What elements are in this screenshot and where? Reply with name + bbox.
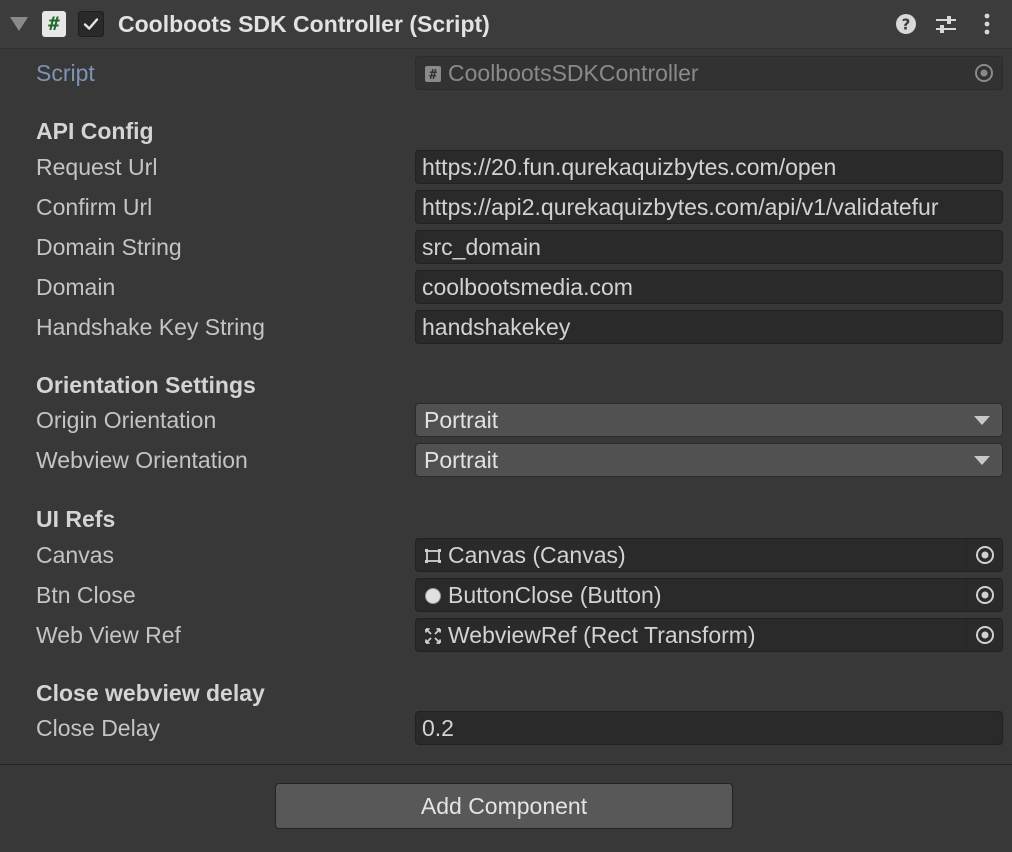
close-delay-label: Close Delay — [36, 715, 160, 741]
origin-orientation-dropdown[interactable]: Portrait — [415, 403, 1003, 437]
webview-orientation-label: Webview Orientation — [36, 447, 248, 473]
script-field-value: CoolbootsSDKController — [448, 60, 699, 86]
canvas-row: Canvas Canvas (Canvas) — [0, 535, 1012, 575]
section-orientation-settings: Orientation Settings — [36, 372, 256, 398]
dropdown-arrow-icon — [974, 416, 990, 425]
foldout-arrow-icon[interactable] — [10, 17, 28, 31]
svg-text:#: # — [429, 68, 437, 83]
script-icon: # — [42, 11, 66, 37]
section-ui-refs: UI Refs — [36, 506, 116, 532]
close-delay-value: 0.2 — [422, 715, 454, 741]
checkmark-icon — [83, 18, 99, 30]
domain-row: Domain coolbootsmedia.com — [0, 267, 1012, 307]
script-file-icon: # — [425, 66, 441, 83]
section-api-config: API Config — [36, 118, 154, 144]
inspector-panel: # Coolboots SDK Controller (Script) ? Sc… — [0, 0, 1012, 852]
close-delay-field[interactable]: 0.2 — [415, 711, 1003, 745]
script-label: Script — [36, 60, 95, 86]
object-picker-icon — [976, 586, 994, 604]
origin-orientation-row: Origin Orientation Portrait — [0, 400, 1012, 440]
script-row: Script # CoolbootsSDKController — [0, 53, 1012, 93]
canvas-value: Canvas (Canvas) — [448, 542, 626, 568]
component-enabled-checkbox[interactable] — [78, 11, 104, 37]
request-url-value: https://20.fun.qurekaquizbytes.com/open — [422, 154, 837, 180]
component-header[interactable]: # Coolboots SDK Controller (Script) ? — [0, 0, 1012, 49]
handshake-key-row: Handshake Key String handshakekey — [0, 307, 1012, 347]
confirm-url-field[interactable]: https://api2.qurekaquizbytes.com/api/v1/… — [415, 190, 1003, 224]
handshake-key-label: Handshake Key String — [36, 314, 265, 340]
add-component-button[interactable]: Add Component — [275, 783, 733, 829]
canvas-label: Canvas — [36, 542, 114, 568]
rect-transform-icon — [425, 628, 441, 644]
btn-close-picker-button[interactable] — [966, 579, 1002, 611]
web-view-ref-row: Web View Ref WebviewRef (Rect Transform) — [0, 615, 1012, 655]
domain-label: Domain — [36, 274, 116, 300]
component-title: Coolboots SDK Controller (Script) — [118, 11, 490, 37]
webview-orientation-value: Portrait — [424, 447, 499, 473]
svg-text:?: ? — [902, 16, 911, 34]
web-view-ref-value: WebviewRef (Rect Transform) — [448, 622, 756, 648]
object-picker-icon — [975, 64, 993, 82]
script-picker-button — [966, 57, 1002, 89]
domain-value: coolbootsmedia.com — [422, 274, 633, 300]
kebab-menu-icon[interactable] — [974, 11, 1000, 37]
close-delay-row: Close Delay 0.2 — [0, 708, 1012, 748]
canvas-object-field[interactable]: Canvas (Canvas) — [415, 538, 1003, 572]
confirm-url-label: Confirm Url — [36, 194, 153, 220]
object-picker-icon — [976, 546, 994, 564]
btn-close-value: ButtonClose (Button) — [448, 582, 662, 608]
confirm-url-value: https://api2.qurekaquizbytes.com/api/v1/… — [422, 194, 939, 220]
canvas-icon — [425, 549, 441, 563]
confirm-url-row: Confirm Url https://api2.qurekaquizbytes… — [0, 187, 1012, 227]
domain-string-row: Domain String src_domain — [0, 227, 1012, 267]
origin-orientation-value: Portrait — [424, 407, 499, 433]
domain-string-field[interactable]: src_domain — [415, 230, 1003, 264]
webview-orientation-row: Webview Orientation Portrait — [0, 440, 1012, 480]
request-url-row: Request Url https://20.fun.qurekaquizbyt… — [0, 147, 1012, 187]
domain-string-label: Domain String — [36, 234, 182, 260]
object-picker-icon — [976, 626, 994, 644]
btn-close-row: Btn Close ButtonClose (Button) — [0, 575, 1012, 615]
btn-close-label: Btn Close — [36, 582, 136, 608]
section-close-webview-delay: Close webview delay — [36, 680, 265, 706]
origin-orientation-label: Origin Orientation — [36, 407, 217, 433]
domain-string-value: src_domain — [422, 234, 541, 260]
button-icon — [425, 588, 441, 604]
script-field: # CoolbootsSDKController — [415, 56, 1003, 90]
inspector-footer: Add Component — [0, 765, 1012, 852]
help-icon[interactable]: ? — [893, 11, 919, 37]
webview-orientation-dropdown[interactable]: Portrait — [415, 443, 1003, 477]
handshake-key-field[interactable]: handshakekey — [415, 310, 1003, 344]
btn-close-object-field[interactable]: ButtonClose (Button) — [415, 578, 1003, 612]
dropdown-arrow-icon — [974, 456, 990, 465]
request-url-field[interactable]: https://20.fun.qurekaquizbytes.com/open — [415, 150, 1003, 184]
presets-icon[interactable] — [933, 11, 959, 37]
web-view-ref-label: Web View Ref — [36, 622, 181, 648]
request-url-label: Request Url — [36, 154, 158, 180]
domain-field[interactable]: coolbootsmedia.com — [415, 270, 1003, 304]
handshake-key-value: handshakekey — [422, 314, 571, 340]
web-view-ref-object-field[interactable]: WebviewRef (Rect Transform) — [415, 618, 1003, 652]
canvas-picker-button[interactable] — [966, 539, 1002, 571]
web-view-ref-picker-button[interactable] — [966, 619, 1002, 651]
